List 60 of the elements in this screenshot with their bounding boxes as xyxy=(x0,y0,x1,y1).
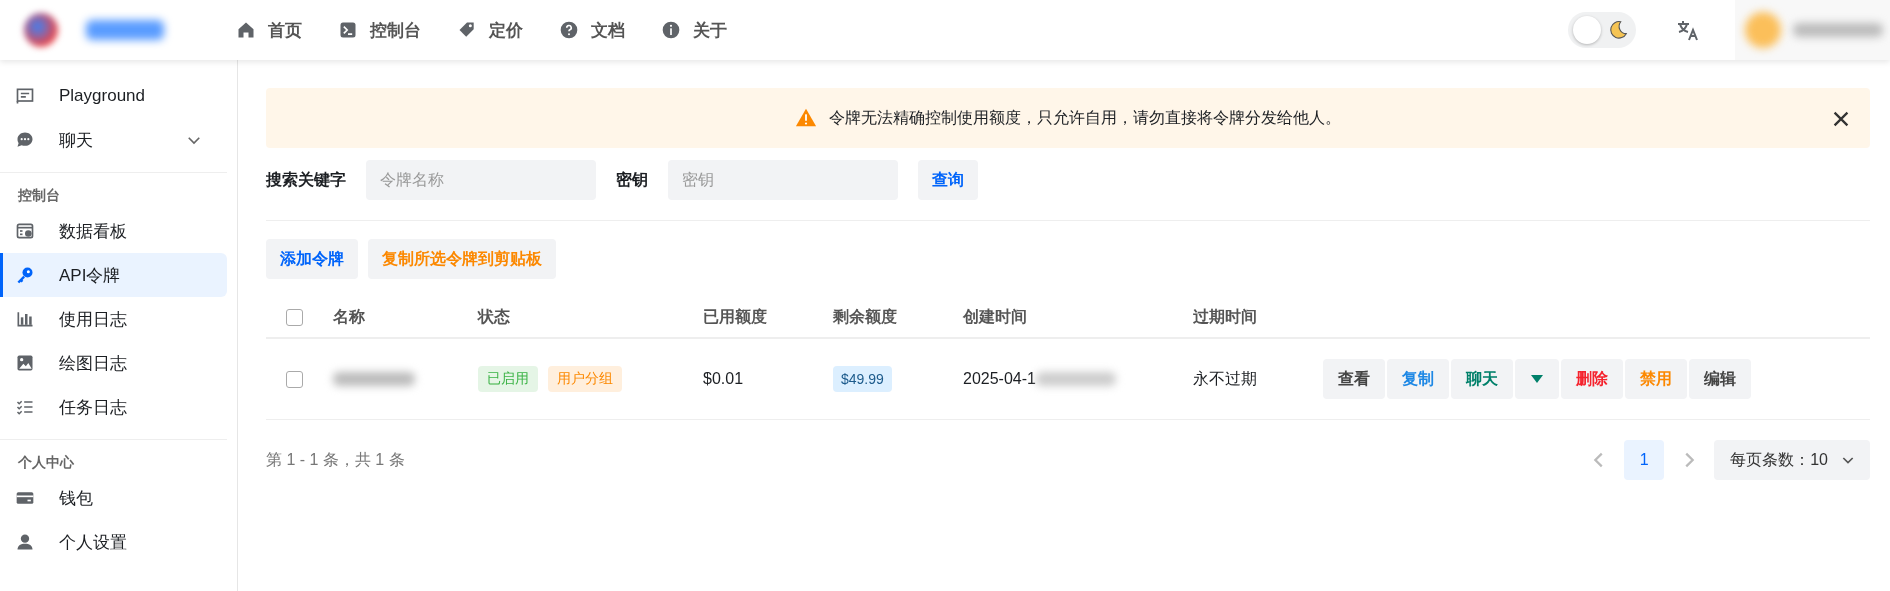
nav-link[interactable]: 文档 xyxy=(559,18,625,42)
action-button[interactable]: 编辑 xyxy=(1689,359,1751,399)
field-label: 密钥 xyxy=(616,169,648,190)
row-checkbox[interactable] xyxy=(286,370,303,388)
sidebar-item[interactable]: 个人设置 xyxy=(0,520,227,564)
action-button[interactable]: 聊天 xyxy=(1451,359,1513,399)
sidebar-item[interactable]: 聊天 xyxy=(0,118,227,162)
sidebar-item[interactable]: 任务日志 xyxy=(0,385,227,429)
nav-link[interactable]: 首页 xyxy=(236,18,302,42)
action-button[interactable]: 删除 xyxy=(1561,359,1623,399)
select-all-checkbox[interactable] xyxy=(286,308,303,326)
status-tag: 已启用 xyxy=(478,366,538,392)
sidebar-item[interactable]: 绘图日志 xyxy=(0,341,227,385)
toolbar-button[interactable]: 添加令牌 xyxy=(266,239,358,279)
terminal-icon xyxy=(338,20,358,40)
sidebar-item[interactable]: API令牌 xyxy=(0,253,227,297)
user-icon xyxy=(15,532,35,552)
sidebar-item[interactable]: Playground xyxy=(0,74,227,118)
column-header: 过期时间 xyxy=(1193,306,1258,327)
warning-text: 令牌无法精确控制使用额度，只允许自用，请勿直接将令牌分发给他人。 xyxy=(829,107,1341,128)
table-cell-text: $0.01 xyxy=(703,370,745,388)
column-header: 创建时间 xyxy=(963,306,1028,327)
warning-icon xyxy=(795,107,817,129)
image-icon xyxy=(15,353,35,373)
table-cell-text: 永不过期 xyxy=(1193,368,1258,389)
column-header: 剩余额度 xyxy=(833,306,898,327)
logo-icon[interactable] xyxy=(24,13,58,47)
sidebar-item[interactable]: 钱包 xyxy=(0,476,227,520)
theme-toggle[interactable] xyxy=(1568,12,1636,48)
action-button[interactable]: 查看 xyxy=(1323,359,1385,399)
nav-link[interactable]: 关于 xyxy=(661,18,727,42)
section-title: 控制台 xyxy=(17,186,61,205)
field-label: 搜索关键字 xyxy=(266,169,346,190)
info-icon xyxy=(661,20,681,40)
page-button[interactable]: 1 xyxy=(1624,440,1665,480)
column-header: 状态 xyxy=(478,306,511,327)
key-field[interactable]: 密钥 xyxy=(668,160,898,200)
home-icon xyxy=(236,20,256,40)
moon-icon xyxy=(1607,19,1629,41)
column-header: 名称 xyxy=(333,306,366,327)
sidebar-item[interactable]: 数据看板 xyxy=(0,209,227,253)
translate-icon[interactable] xyxy=(1676,18,1700,42)
page-summary: 第 1 - 1 条，共 1 条 xyxy=(266,449,405,470)
dashboard-icon xyxy=(15,221,35,241)
dropdown-button[interactable] xyxy=(1515,359,1559,399)
nav-link[interactable]: 定价 xyxy=(457,18,523,42)
key-icon xyxy=(15,265,35,285)
section-title: 个人中心 xyxy=(17,453,75,472)
page-size-select[interactable]: 每页条数：10 xyxy=(1714,440,1870,480)
document-icon xyxy=(15,86,35,106)
help-icon xyxy=(559,20,579,40)
query-button[interactable]: 查询 xyxy=(918,160,978,200)
bar-chart-icon xyxy=(15,309,35,329)
status-tag: 用户分组 xyxy=(548,366,622,392)
token-name-field[interactable]: 令牌名称 xyxy=(366,160,596,200)
column-header: 已用额度 xyxy=(703,306,768,327)
table-cell: 2025-04-1 xyxy=(963,370,1036,388)
quota-tag: $49.99 xyxy=(833,366,892,392)
sidebar-item[interactable]: 使用日志 xyxy=(0,297,227,341)
nav-link[interactable]: 控制台 xyxy=(338,18,421,42)
